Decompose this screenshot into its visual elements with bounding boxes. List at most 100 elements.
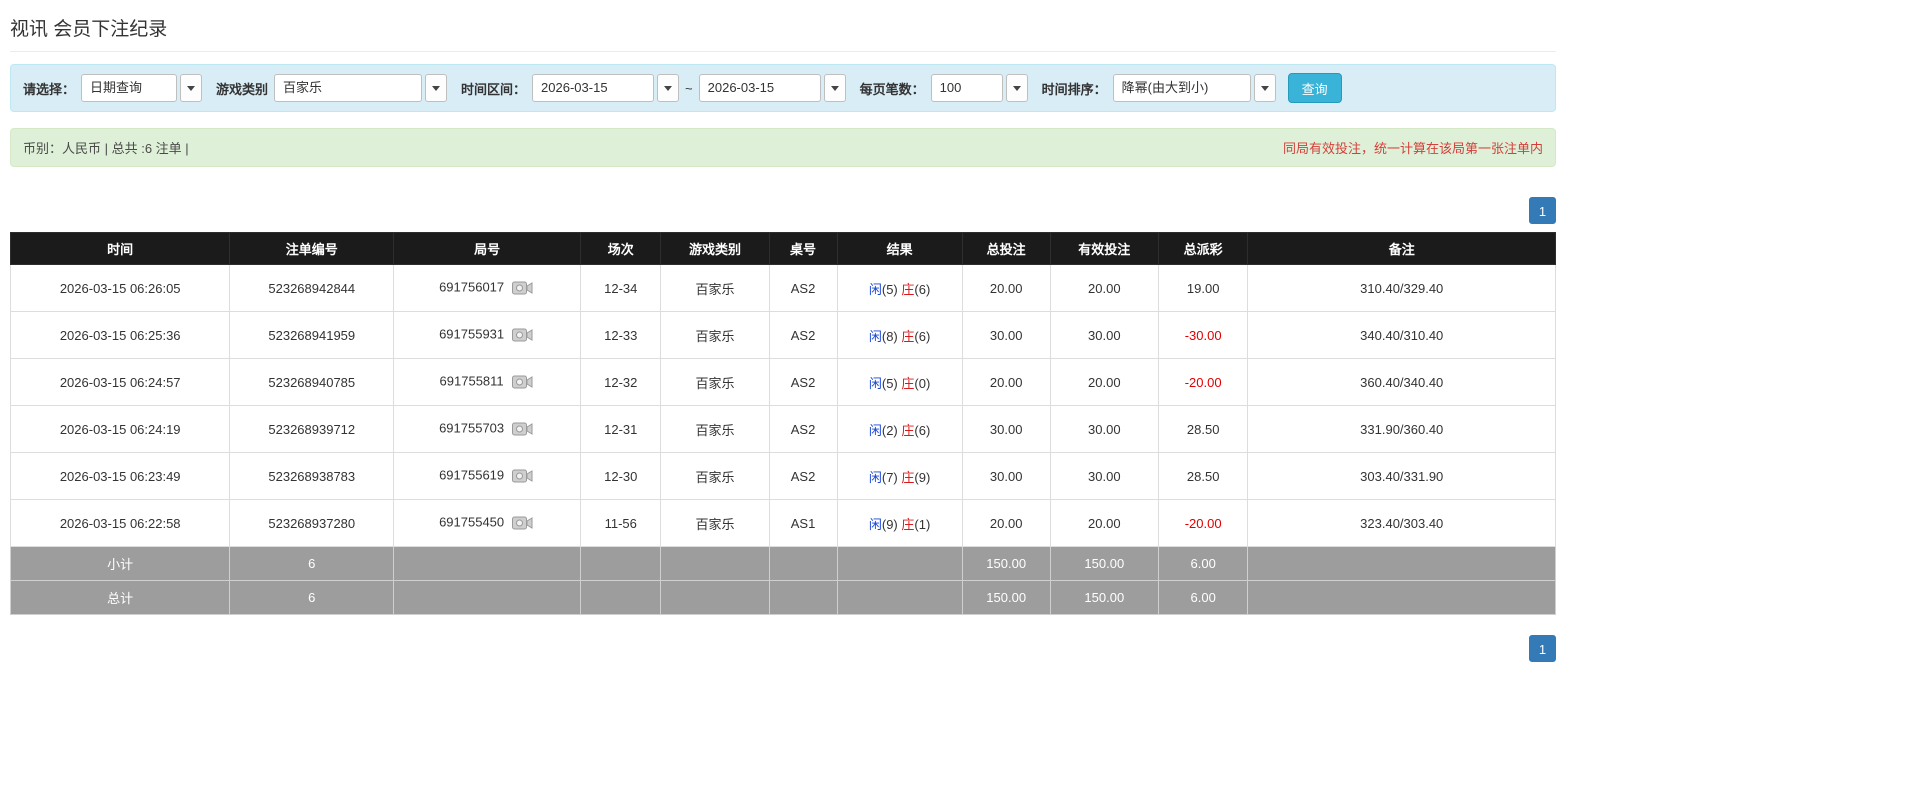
cell-payout: 28.50 bbox=[1157, 405, 1249, 453]
date-from-dropdown-button[interactable] bbox=[657, 74, 680, 102]
page-size-value: 100 bbox=[930, 74, 1003, 102]
cell-table-no: AS2 bbox=[768, 264, 838, 312]
date-to-picker[interactable]: 2026-03-15 bbox=[698, 74, 846, 102]
round-id-text: 691755811 bbox=[439, 373, 504, 389]
game-type-select[interactable]: 百家乐 bbox=[274, 74, 448, 102]
chevron-down-icon bbox=[830, 85, 839, 91]
cell-result: 闲(9) 庄(1) bbox=[836, 499, 963, 547]
column-header: 总派彩 bbox=[1157, 232, 1249, 265]
cell-total-bet[interactable]: 30.00 bbox=[961, 452, 1051, 500]
video-replay-button[interactable] bbox=[510, 325, 535, 345]
video-replay-button[interactable] bbox=[510, 419, 535, 439]
query-type-dropdown-button[interactable] bbox=[180, 74, 203, 102]
subtotal-row: 小计 6 150.00 150.00 6.00 bbox=[9, 546, 1556, 581]
page-size-dropdown-button[interactable] bbox=[1005, 74, 1028, 102]
cell-game-type: 百家乐 bbox=[660, 311, 770, 359]
result-player-score: (8) bbox=[881, 328, 898, 344]
result-player-score: (5) bbox=[881, 281, 898, 297]
subtotal-valid-bet: 150.00 bbox=[1049, 546, 1159, 581]
round-id-text: 691755931 bbox=[439, 326, 505, 342]
video-camera-icon bbox=[512, 281, 533, 295]
cell-result: 闲(5) 庄(6) bbox=[836, 264, 963, 312]
table-row: 2026-03-15 06:24:57 523268940785 6917558… bbox=[9, 358, 1556, 406]
cell-table-no: AS2 bbox=[768, 358, 838, 406]
result-player-label: 闲 bbox=[868, 281, 882, 297]
time-sort-dropdown-button[interactable] bbox=[1253, 74, 1276, 102]
chevron-down-icon bbox=[432, 85, 441, 91]
cell-valid-bet: 20.00 bbox=[1049, 264, 1159, 312]
empty-cell bbox=[580, 580, 662, 615]
query-type-label: 请选择： bbox=[23, 81, 76, 97]
pagination-bottom: 1 bbox=[10, 635, 1556, 662]
cell-round-id: 691755811 bbox=[393, 358, 582, 406]
cell-valid-bet: 20.00 bbox=[1049, 499, 1159, 547]
table-row: 2026-03-15 06:22:58 523268937280 6917554… bbox=[9, 499, 1556, 547]
grand-total-row: 总计 6 150.00 150.00 6.00 bbox=[9, 580, 1556, 615]
cell-table-no: AS2 bbox=[768, 452, 838, 500]
cell-total-bet[interactable]: 20.00 bbox=[961, 264, 1051, 312]
round-id-text: 691755450 bbox=[439, 514, 505, 530]
page-size-select[interactable]: 100 bbox=[930, 74, 1028, 102]
cell-note: 323.40/303.40 bbox=[1247, 499, 1556, 547]
video-camera-icon bbox=[512, 422, 533, 436]
game-type-dropdown-button[interactable] bbox=[425, 74, 448, 102]
cell-total-bet[interactable]: 30.00 bbox=[961, 405, 1051, 453]
summary-bar: 币别：人民币 | 总共 :6 注单 | 同局有效投注，统一计算在该局第一张注单内 bbox=[10, 128, 1556, 167]
result-banker-score: (0) bbox=[914, 375, 931, 391]
cell-bet-id: 523268941959 bbox=[229, 311, 395, 359]
table-body: 2026-03-15 06:26:05 523268942844 6917560… bbox=[9, 264, 1556, 547]
result-banker-label: 庄 bbox=[901, 328, 915, 344]
cell-time: 2026-03-15 06:23:49 bbox=[9, 452, 231, 500]
cell-round-id: 691755619 bbox=[393, 452, 582, 500]
date-from-picker[interactable]: 2026-03-15 bbox=[532, 74, 680, 102]
result-banker-label: 庄 bbox=[901, 281, 915, 297]
page-1-button[interactable]: 1 bbox=[1529, 635, 1556, 662]
cell-note: 360.40/340.40 bbox=[1247, 358, 1556, 406]
currency-summary-text: 币别：人民币 | 总共 :6 注单 | bbox=[23, 141, 189, 156]
empty-cell bbox=[393, 580, 582, 615]
round-id-text: 691755703 bbox=[439, 420, 505, 436]
empty-cell bbox=[1247, 546, 1556, 581]
grand-total-valid-bet: 150.00 bbox=[1049, 580, 1159, 615]
cell-payout: -20.00 bbox=[1157, 499, 1249, 547]
cell-total-bet[interactable]: 30.00 bbox=[961, 311, 1051, 359]
empty-cell bbox=[660, 580, 770, 615]
result-player-score: (7) bbox=[881, 469, 898, 485]
video-replay-button[interactable] bbox=[510, 372, 535, 392]
video-replay-button[interactable] bbox=[510, 278, 535, 298]
cell-round-id: 691755450 bbox=[393, 499, 582, 547]
cell-note: 310.40/329.40 bbox=[1247, 264, 1556, 312]
cell-session: 12-34 bbox=[580, 264, 662, 312]
result-banker-label: 庄 bbox=[901, 469, 915, 485]
page-1-button[interactable]: 1 bbox=[1529, 197, 1556, 224]
video-camera-icon bbox=[511, 375, 533, 389]
result-player-score: (2) bbox=[881, 422, 898, 438]
result-player-label: 闲 bbox=[868, 422, 882, 438]
search-button[interactable]: 查询 bbox=[1287, 73, 1342, 103]
date-to-dropdown-button[interactable] bbox=[823, 74, 846, 102]
cell-table-no: AS1 bbox=[768, 499, 838, 547]
video-replay-button[interactable] bbox=[510, 466, 535, 486]
chevron-down-icon bbox=[1012, 85, 1021, 91]
cell-time: 2026-03-15 06:24:19 bbox=[9, 405, 231, 453]
cell-total-bet[interactable]: 20.00 bbox=[961, 358, 1051, 406]
empty-cell bbox=[836, 546, 963, 581]
grand-total-payout: 6.00 bbox=[1157, 580, 1249, 615]
query-type-select[interactable]: 日期查询 bbox=[81, 74, 203, 102]
result-banker-score: (6) bbox=[914, 328, 931, 344]
cell-valid-bet: 30.00 bbox=[1049, 452, 1159, 500]
column-header: 注单编号 bbox=[229, 232, 395, 265]
time-sort-select[interactable]: 降幂(由大到小) bbox=[1112, 74, 1276, 102]
grand-total-count: 6 bbox=[229, 580, 395, 615]
cell-result: 闲(5) 庄(0) bbox=[836, 358, 963, 406]
chevron-down-icon bbox=[187, 85, 196, 91]
subtotal-label: 小计 bbox=[9, 546, 231, 581]
video-replay-button[interactable] bbox=[510, 513, 535, 533]
result-banker-score: (6) bbox=[914, 422, 931, 438]
main-container: 视讯 会员下注纪录 请选择： 日期查询 游戏类别 百家乐 时间区间： 2026-… bbox=[9, 0, 1556, 662]
video-camera-icon bbox=[512, 516, 533, 530]
video-camera-icon bbox=[512, 469, 533, 483]
cell-total-bet[interactable]: 20.00 bbox=[961, 499, 1051, 547]
cell-game-type: 百家乐 bbox=[660, 405, 770, 453]
empty-cell bbox=[660, 546, 770, 581]
